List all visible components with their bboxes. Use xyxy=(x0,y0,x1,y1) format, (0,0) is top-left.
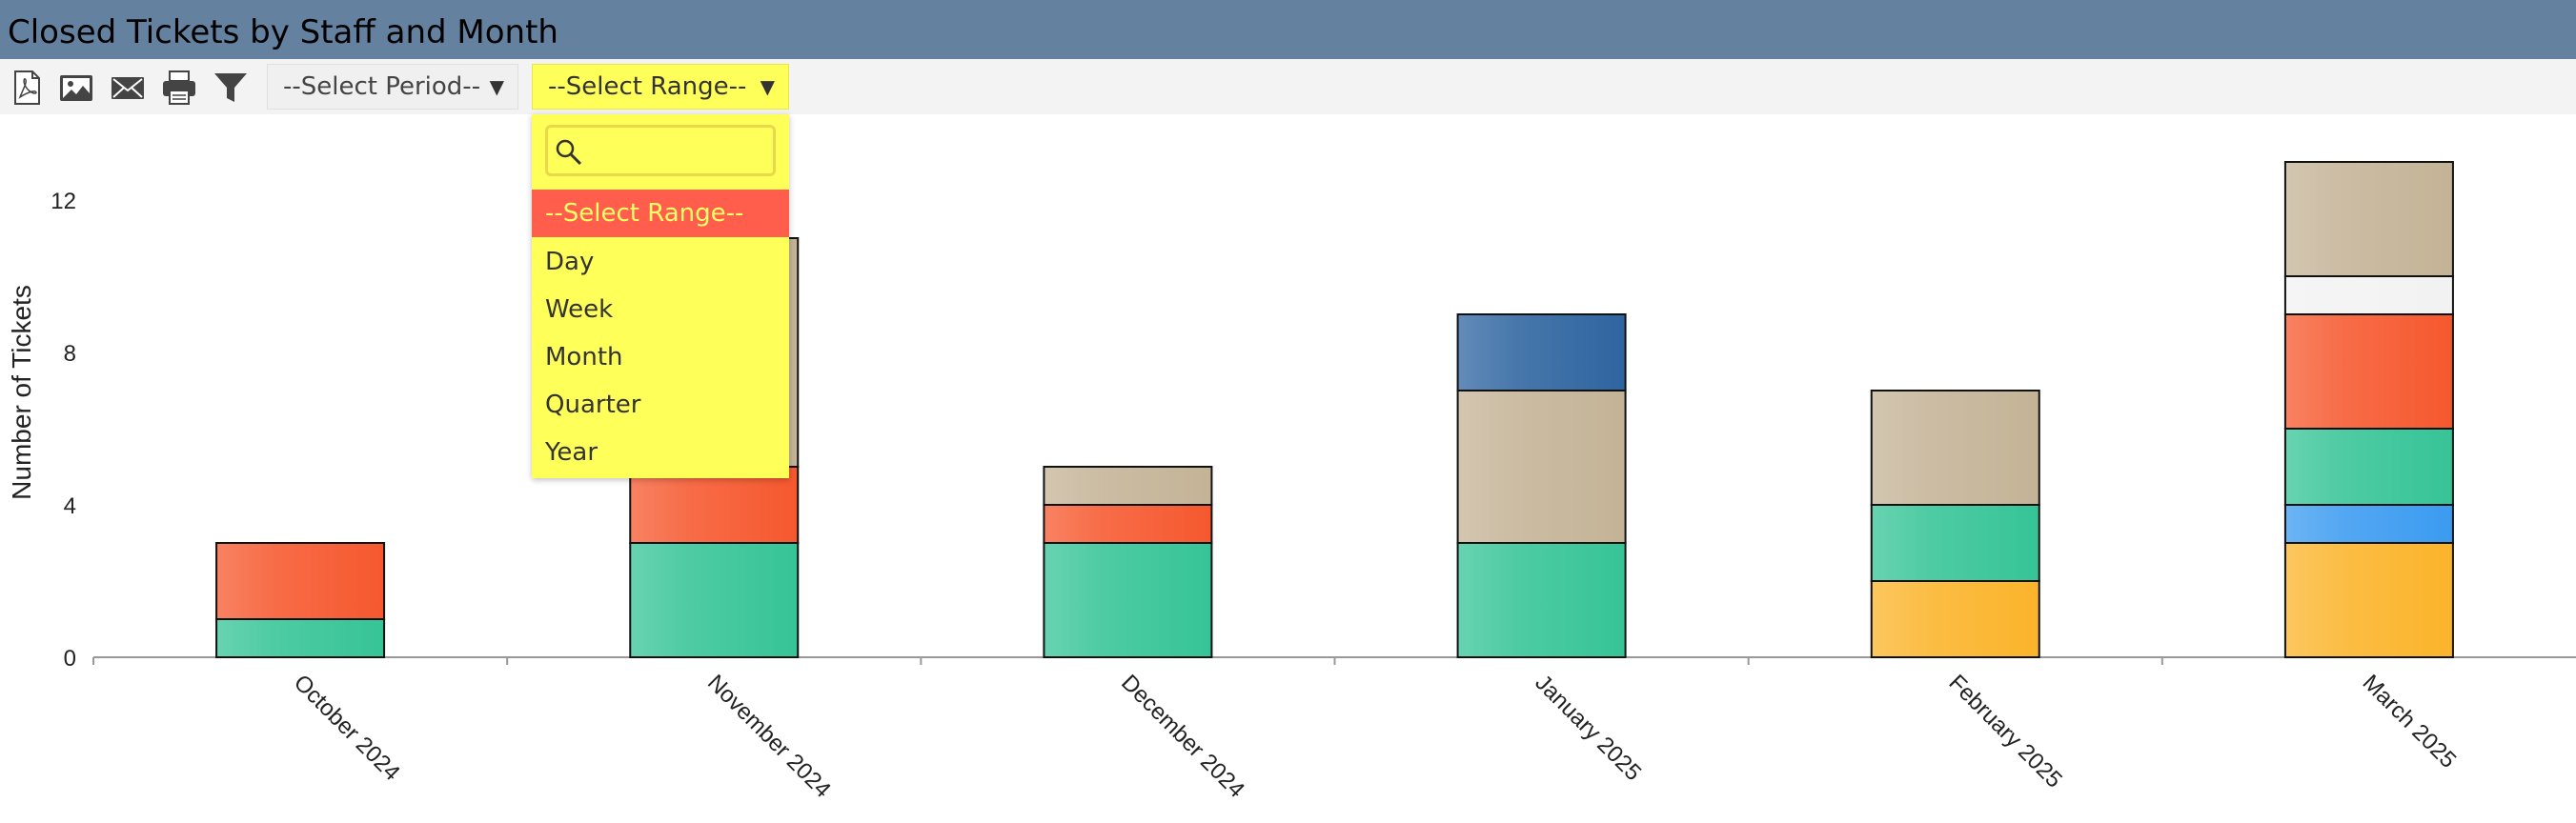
bar-segment xyxy=(629,542,800,658)
x-tick-label: January 2025 xyxy=(1530,670,1646,786)
x-tick-label: December 2024 xyxy=(1116,670,1249,803)
y-tick-label: 12 xyxy=(51,189,76,214)
range-option-selected[interactable]: --Select Range-- xyxy=(532,190,789,237)
range-option-week[interactable]: Week xyxy=(532,286,789,333)
range-option-quarter[interactable]: Quarter xyxy=(532,381,789,429)
y-tick-label: 0 xyxy=(64,646,76,672)
range-option-year[interactable]: Year xyxy=(532,429,789,476)
bar-segment xyxy=(1870,504,2040,582)
bar-segment xyxy=(1043,542,1213,658)
range-option-day[interactable]: Day xyxy=(532,238,789,286)
bar-chart: Number of Tickets 0 4 8 12 October 2024 Novemb… xyxy=(7,161,2576,803)
email-icon[interactable] xyxy=(109,69,147,107)
bar-segment xyxy=(215,618,386,658)
pdf-icon[interactable] xyxy=(8,69,46,107)
bar-segment xyxy=(1456,390,1627,544)
y-tick-label: 8 xyxy=(64,341,76,367)
bar-segment xyxy=(1456,313,1627,391)
range-select-value: --Select Range-- xyxy=(548,72,747,101)
bar-segment xyxy=(1043,504,1213,544)
bar-segment xyxy=(2283,504,2454,544)
x-tick-label: November 2024 xyxy=(702,670,836,803)
search-icon xyxy=(556,139,582,166)
x-tick-label: October 2024 xyxy=(289,670,405,786)
range-option-month[interactable]: Month xyxy=(532,333,789,381)
bar-segment xyxy=(629,466,800,544)
bar-segment xyxy=(1870,390,2040,506)
range-search-input[interactable] xyxy=(545,125,776,176)
window-title: Closed Tickets by Staff and Month xyxy=(0,0,2576,59)
range-select[interactable]: --Select Range-- ▼ xyxy=(532,64,789,110)
bar-segment xyxy=(2283,275,2454,315)
print-icon[interactable] xyxy=(160,69,198,107)
chevron-down-icon: ▼ xyxy=(489,75,504,98)
bar-segment xyxy=(215,542,386,620)
bar-segment xyxy=(1870,580,2040,658)
y-tick-label: 4 xyxy=(64,493,76,519)
range-dropdown: --Select Range-- Day Week Month Quarter … xyxy=(532,114,789,478)
toolbar: --Select Period-- ▼ --Select Range-- ▼ xyxy=(0,59,2576,114)
bar-segment xyxy=(1456,542,1627,658)
image-icon[interactable] xyxy=(57,69,95,107)
x-tick-label: March 2025 xyxy=(2358,670,2462,773)
period-select-value: --Select Period-- xyxy=(283,72,481,101)
chevron-down-icon: ▼ xyxy=(760,75,775,98)
x-tick-label: February 2025 xyxy=(1944,670,2067,793)
bar-segment xyxy=(2283,313,2454,430)
bar-segment xyxy=(2283,428,2454,506)
bar-segment xyxy=(2283,161,2454,277)
filter-icon[interactable] xyxy=(212,69,250,107)
bar-segment xyxy=(1043,466,1213,506)
y-axis-title: Number of Tickets xyxy=(7,285,36,500)
period-select[interactable]: --Select Period-- ▼ xyxy=(267,64,518,110)
bar-segment xyxy=(2283,542,2454,658)
